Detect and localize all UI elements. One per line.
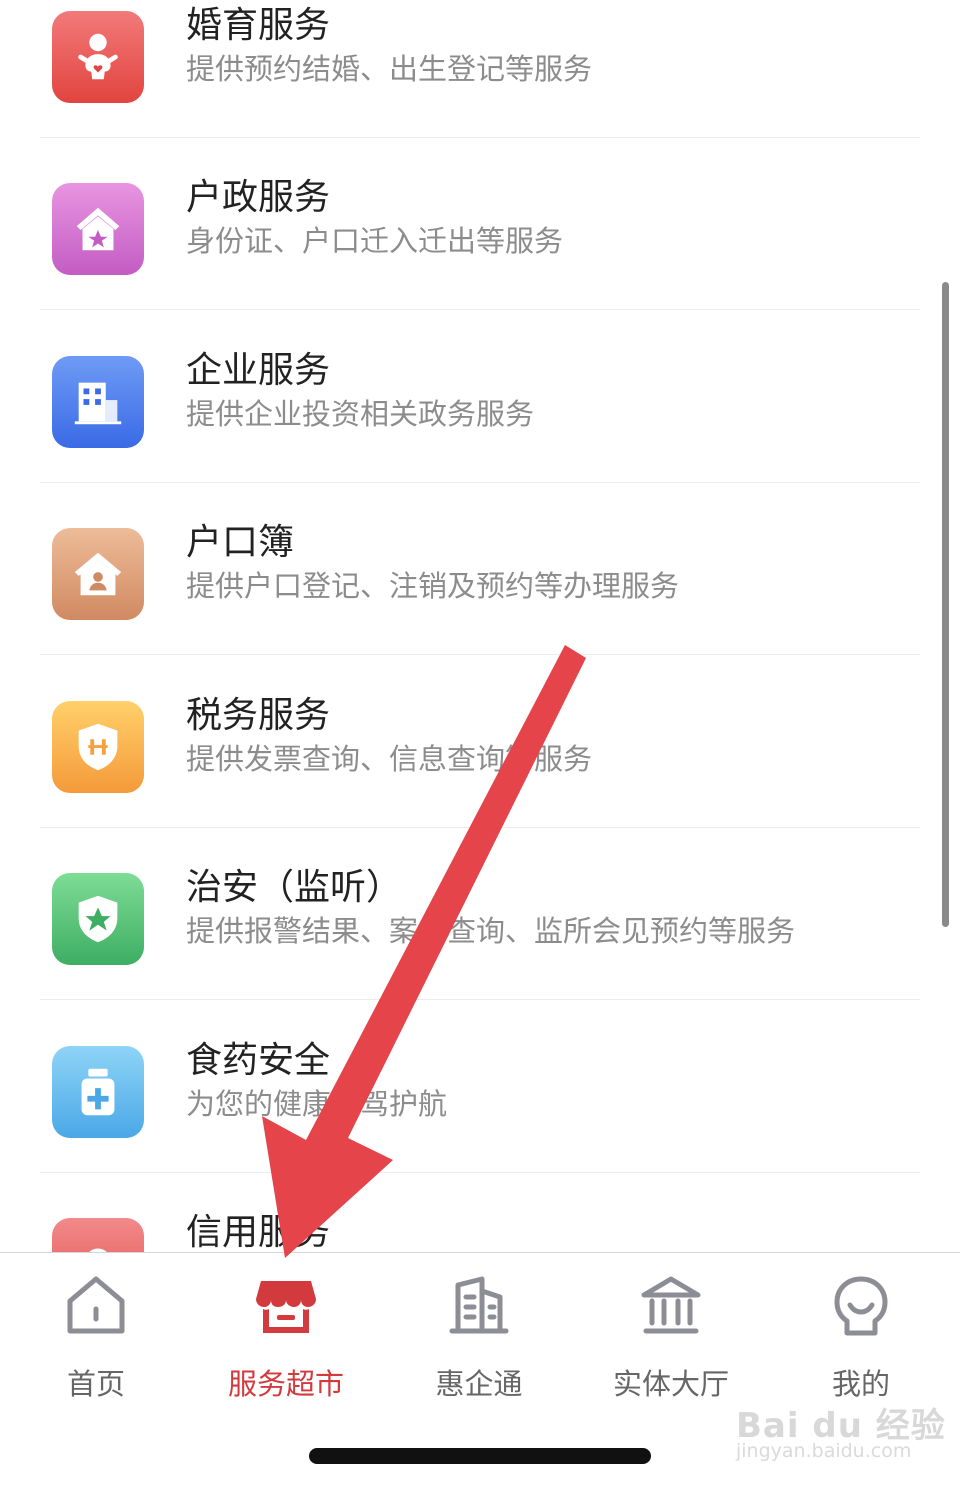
tax-shield-icon [52,701,144,793]
service-title: 税务服务 [186,695,331,736]
office-building-icon [449,1276,509,1334]
service-item-marriage[interactable]: 婚育服务 提供预约结婚、出生登记等服务 [0,0,960,138]
service-item-public-security[interactable]: 治安（监听） 提供报警结果、案件查询、监所会见预约等服务 [0,828,960,1000]
divider [40,999,920,1000]
service-item-hukou-book[interactable]: 户口簿 提供户口登记、注销及预约等办理服务 [0,483,960,655]
service-title: 户口簿 [186,522,295,563]
tab-label: 服务超市 [227,1367,344,1401]
service-list: 婚育服务 提供预约结婚、出生登记等服务 户政服务 身份证、户口迁入迁出等服务 企… [0,0,960,1252]
service-title: 户政服务 [186,177,331,218]
service-item-food-drug-safety[interactable]: 食药安全 为您的健康保驾护航 [0,1001,960,1173]
service-title: 企业服务 [186,350,331,391]
house-star-icon [52,183,144,275]
profile-icon [834,1276,888,1336]
tab-enterprise[interactable]: 惠企通 [383,1253,575,1413]
divider [40,654,920,655]
scrollbar[interactable] [942,282,949,927]
service-title: 食药安全 [186,1040,331,1081]
service-description: 提供预约结婚、出生登记等服务 [186,52,593,86]
credit-icon [52,1218,144,1252]
service-description: 身份证、户口迁入迁出等服务 [186,224,564,258]
baby-icon [52,11,144,103]
hall-icon [641,1276,701,1334]
tab-label: 惠企通 [435,1367,523,1401]
home-indicator[interactable] [309,1448,651,1464]
home-icon [67,1276,125,1334]
service-description: 提供户口登记、注销及预约等办理服务 [186,569,680,603]
service-item-household[interactable]: 户政服务 身份证、户口迁入迁出等服务 [0,138,960,310]
service-description: 提供发票查询、信息查询等服务 [186,742,593,776]
tab-label: 实体大厅 [612,1367,729,1401]
divider [40,309,920,310]
watermark-url: jingyan.baidu.com [736,1440,912,1462]
tab-service-hall[interactable]: 实体大厅 [575,1253,767,1413]
service-description: 为您的健康保驾护航 [186,1087,448,1121]
service-item-credit[interactable]: 信用服务 [0,1173,960,1252]
medicine-bottle-icon [52,1046,144,1138]
service-title: 治安（监听） [186,867,403,908]
house-person-icon [52,528,144,620]
tab-mine[interactable]: 我的 [765,1253,957,1413]
service-description: 提供企业投资相关政务服务 [186,397,535,431]
baidu-jingyan-watermark: Bai du 经验 jingyan.baidu.com [736,1398,945,1470]
tab-home[interactable]: 首页 [0,1253,192,1413]
building-icon [52,356,144,448]
store-icon [256,1281,316,1333]
service-title: 婚育服务 [186,5,331,46]
service-description: 提供报警结果、案件查询、监所会见预约等服务 [186,914,796,948]
service-item-enterprise[interactable]: 企业服务 提供企业投资相关政务服务 [0,311,960,483]
tab-label: 我的 [831,1367,890,1401]
service-item-tax[interactable]: 税务服务 提供发票查询、信息查询等服务 [0,656,960,828]
tab-service-market[interactable]: 服务超市 [190,1253,382,1413]
tab-label: 首页 [66,1367,125,1401]
service-title: 信用服务 [186,1212,331,1252]
shield-star-icon [52,873,144,965]
